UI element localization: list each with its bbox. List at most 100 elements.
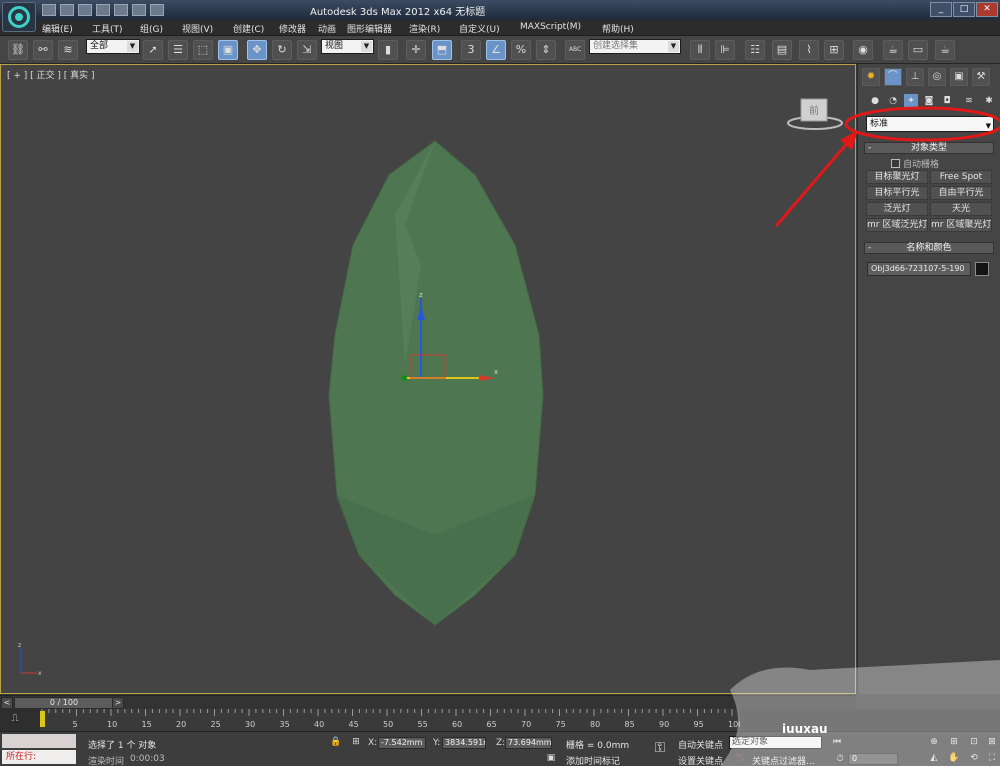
menu-help[interactable]: 帮助(H) xyxy=(602,22,634,35)
save-file-icon[interactable] xyxy=(78,4,92,16)
render-setup-icon[interactable]: ☕ xyxy=(883,40,903,60)
quick-access-dropdown-icon[interactable] xyxy=(150,4,164,16)
select-and-move-icon[interactable]: ✥ xyxy=(247,40,267,60)
rectangular-selection-icon[interactable]: ⬚ xyxy=(193,40,213,60)
maxscript-listener-output[interactable]: 所在行: xyxy=(2,750,76,764)
helpers-icon[interactable]: ◘ xyxy=(940,94,954,108)
menu-maxscript[interactable]: MAXScript(M) xyxy=(520,22,581,32)
open-file-icon[interactable] xyxy=(60,4,74,16)
object-type-rollout-header[interactable]: - 对象类型 xyxy=(864,142,994,154)
target-direct-button[interactable]: 目标平行光 xyxy=(866,186,928,200)
y-coord-field[interactable]: 3834.591m xyxy=(442,737,486,749)
target-spot-button[interactable]: 目标聚光灯 xyxy=(866,170,928,184)
minimize-button[interactable]: _ xyxy=(930,2,952,17)
gizmo-center[interactable] xyxy=(401,375,407,381)
undo-icon[interactable] xyxy=(96,4,110,16)
keyboard-shortcut-override-icon[interactable]: ⬒ xyxy=(432,40,452,60)
lights-icon[interactable]: ✦ xyxy=(904,94,918,108)
skylight-button[interactable]: 天光 xyxy=(930,202,992,216)
select-and-rotate-icon[interactable]: ↻ xyxy=(272,40,292,60)
curve-editor-mini-icon[interactable]: ⎍ xyxy=(4,713,26,727)
pivot-center-icon[interactable]: ▮ xyxy=(378,40,398,60)
snaps-toggle-icon[interactable]: 3 xyxy=(461,40,481,60)
x-coord-field[interactable]: -7.542mm xyxy=(378,737,426,749)
rendered-frame-window-icon[interactable]: ▭ xyxy=(908,40,928,60)
spinner-snap-icon[interactable]: ⇕ xyxy=(536,40,556,60)
mirror-icon[interactable]: ⫴ xyxy=(690,40,710,60)
menu-modifiers[interactable]: 修改器 xyxy=(279,22,306,35)
object-color-swatch[interactable] xyxy=(975,262,989,276)
absolute-mode-icon[interactable]: ⊞ xyxy=(350,736,362,748)
green-object-mesh[interactable] xyxy=(328,140,544,626)
viewcube-icon[interactable]: 前 xyxy=(785,95,845,131)
timeline-ruler[interactable]: 5101520253035404550556065707580859095100 xyxy=(40,709,740,731)
systems-icon[interactable]: ✱ xyxy=(982,94,996,108)
project-folder-icon[interactable] xyxy=(132,4,146,16)
object-category-dropdown[interactable]: 标准 ▼ xyxy=(866,116,994,132)
menu-animation[interactable]: 动画 xyxy=(318,22,336,35)
reference-coordinate-dropdown[interactable]: 视图 ▼ xyxy=(321,39,374,54)
menu-group[interactable]: 组(G) xyxy=(140,22,163,35)
align-icon[interactable]: ⊫ xyxy=(715,40,735,60)
link-icon[interactable]: ⛓ xyxy=(8,40,28,60)
menu-customize[interactable]: 自定义(U) xyxy=(459,22,500,35)
select-by-name-icon[interactable]: ☰ xyxy=(168,40,188,60)
mr-area-omni-button[interactable]: mr 区域泛光灯 xyxy=(866,218,928,232)
lock-selection-icon[interactable]: 🔒 xyxy=(330,736,342,748)
menu-graph-editors[interactable]: 图形编辑器 xyxy=(347,22,392,35)
curve-editor-icon[interactable]: ⌇ xyxy=(799,40,819,60)
selection-filter-dropdown[interactable]: 全部 ▼ xyxy=(86,39,140,54)
mr-area-spot-button[interactable]: mr 区域聚光灯 xyxy=(930,218,992,232)
omni-button[interactable]: 泛光灯 xyxy=(866,202,928,216)
autogrid-checkbox[interactable]: 自动栅格 xyxy=(891,157,939,170)
space-warps-icon[interactable]: ≋ xyxy=(962,94,976,108)
close-button[interactable]: ✕ xyxy=(976,2,998,17)
redo-icon[interactable] xyxy=(114,4,128,16)
object-name-field[interactable]: Obj3d66-723107-5-190 xyxy=(867,262,971,276)
unlink-icon[interactable]: ⚯ xyxy=(33,40,53,60)
tab-utilities[interactable]: ⚒ xyxy=(972,68,990,86)
angle-snap-icon[interactable]: ∠ xyxy=(486,40,506,60)
window-crossing-icon[interactable]: ▣ xyxy=(218,40,238,60)
add-time-tag-button[interactable]: 添加时间标记 xyxy=(566,754,620,766)
material-editor-icon[interactable]: ◉ xyxy=(853,40,873,60)
tab-create[interactable]: ✹ xyxy=(862,68,880,86)
select-object-icon[interactable]: ➚ xyxy=(143,40,163,60)
new-file-icon[interactable] xyxy=(42,4,56,16)
graphite-tools-icon[interactable]: ▤ xyxy=(772,40,792,60)
menu-create[interactable]: 创建(C) xyxy=(233,22,264,35)
name-color-rollout-header[interactable]: - 名称和颜色 xyxy=(864,242,994,254)
geometry-icon[interactable]: ● xyxy=(868,94,882,108)
tab-display[interactable]: ▣ xyxy=(950,68,968,86)
layer-manager-icon[interactable]: ☷ xyxy=(745,40,765,60)
named-selection-dropdown[interactable]: 创建选择集 ▼ xyxy=(589,39,681,54)
percent-snap-icon[interactable]: % xyxy=(511,40,531,60)
time-slider-thumb[interactable]: 0 / 100 xyxy=(14,697,114,709)
bind-space-warp-icon[interactable]: ≋ xyxy=(58,40,78,60)
select-and-scale-icon[interactable]: ⇲ xyxy=(297,40,317,60)
menu-rendering[interactable]: 渲染(R) xyxy=(409,22,440,35)
time-slider-prev-button[interactable]: < xyxy=(1,697,13,709)
tab-modify[interactable]: ⌒ xyxy=(884,68,902,86)
set-key-button[interactable]: 设置关键点 xyxy=(678,754,723,766)
menu-views[interactable]: 视图(V) xyxy=(182,22,213,35)
select-manipulate-icon[interactable]: ✛ xyxy=(406,40,426,60)
frame-marker[interactable] xyxy=(40,711,45,727)
menu-tools[interactable]: 工具(T) xyxy=(92,22,123,35)
auto-key-button[interactable]: 自动关键点 xyxy=(678,738,723,751)
free-direct-button[interactable]: 自由平行光 xyxy=(930,186,992,200)
tab-motion[interactable]: ◎ xyxy=(928,68,946,86)
maximize-button[interactable]: □ xyxy=(953,2,975,17)
time-tag-icon[interactable]: ▣ xyxy=(545,752,557,764)
time-slider-next-button[interactable]: > xyxy=(112,697,124,709)
render-production-icon[interactable]: ☕ xyxy=(935,40,955,60)
edit-named-selection-icon[interactable]: ABC xyxy=(565,40,585,60)
viewport-label[interactable]: [ + ] [ 正交 ] [ 真实 ] xyxy=(7,68,95,81)
free-spot-button[interactable]: Free Spot xyxy=(930,170,992,184)
menu-edit[interactable]: 编辑(E) xyxy=(42,22,73,35)
schematic-view-icon[interactable]: ⊞ xyxy=(824,40,844,60)
set-key-icon[interactable]: ⚿ xyxy=(650,741,670,755)
cameras-icon[interactable]: ◙ xyxy=(922,94,936,108)
tab-hierarchy[interactable]: ⊥ xyxy=(906,68,924,86)
app-menu-button[interactable] xyxy=(2,2,36,32)
